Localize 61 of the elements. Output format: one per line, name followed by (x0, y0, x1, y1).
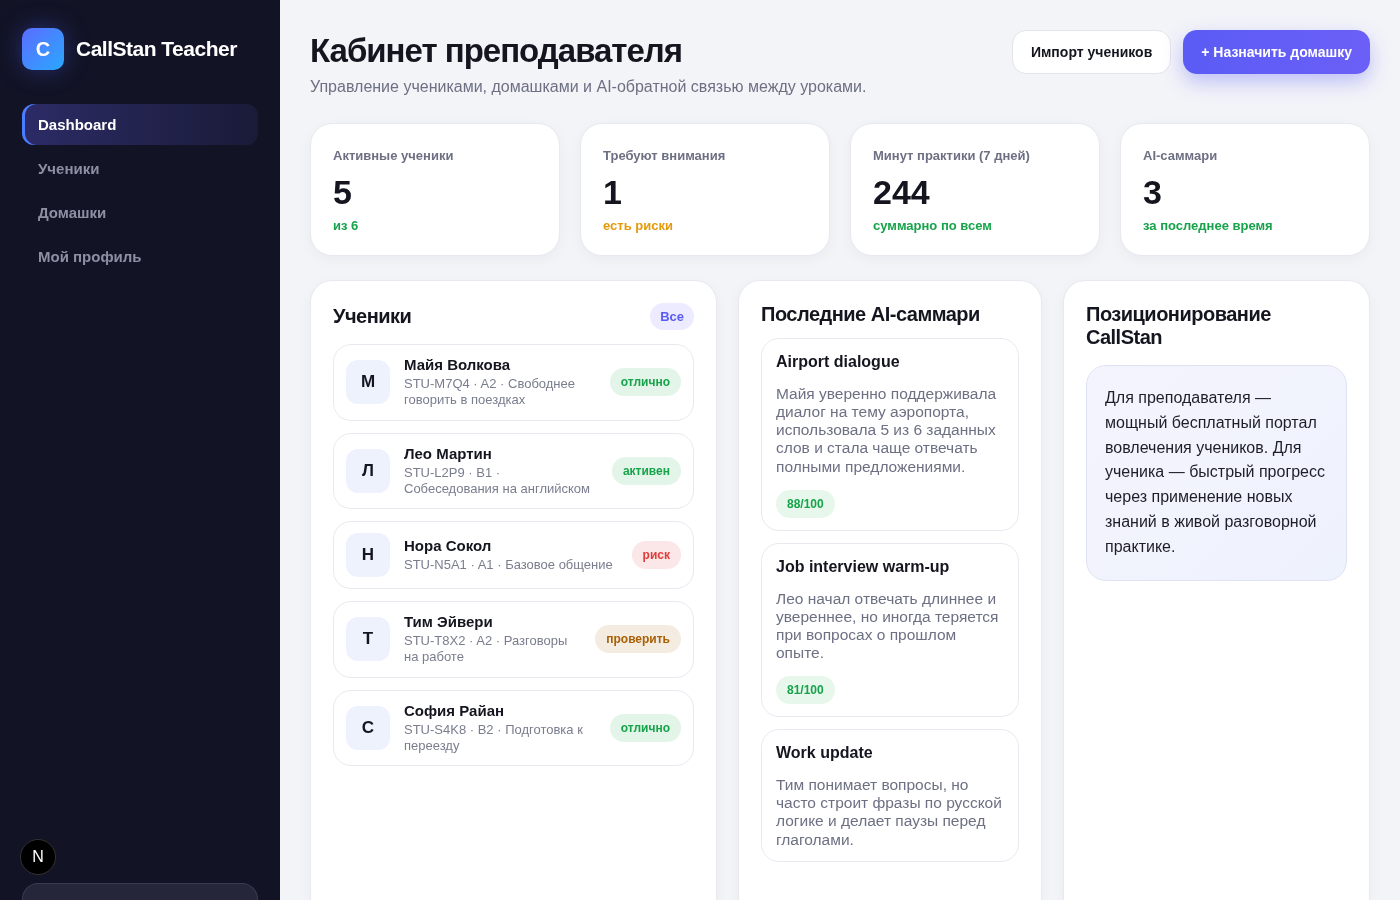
logo-icon: C (22, 28, 64, 70)
sidebar-item[interactable]: Ученики (22, 148, 258, 189)
panel-title: Позиционирование CallStan (1086, 303, 1272, 349)
import-button[interactable]: Импорт учеников (1011, 30, 1172, 74)
student-name: София Райан (404, 701, 506, 719)
student-meta: STU-T8X2 · A2 · Разговоры на работе (404, 633, 569, 666)
stat-value: 5 (333, 173, 353, 212)
student-row[interactable]: Н Нора Сокол STU-N5A1 · A1 · Базовое общение риск (333, 521, 694, 589)
score-label: 88/100 (776, 489, 835, 518)
avatar-initial: М (346, 360, 390, 405)
stat-label: Минут практики (7 дней) (873, 148, 1031, 163)
avatar-initial: Н (346, 533, 390, 577)
status-label: проверить (595, 625, 681, 654)
summary-text: Тим понимает вопросы, но часто строит фразы по русской логике и делает паузы перед глаголами. (776, 776, 1003, 849)
student-name: Майя Волкова (404, 356, 512, 373)
status-label: отлично (609, 713, 681, 742)
sidebar-item[interactable]: Домашки (22, 192, 258, 233)
summary-text: Лео начал отвечать длиннее и увереннее, но иногда теряется при вопросах о прошлом опыте. (776, 589, 1000, 663)
status-label: риск (631, 541, 681, 569)
avatar-initial: Т (346, 617, 390, 662)
stat-note: суммарно по всем (873, 218, 993, 233)
student-name: Тим Эйвери (404, 613, 494, 630)
page-title: Кабинет преподавателя (310, 32, 684, 70)
panel-title: Ученики (333, 305, 412, 328)
status-label: активен (611, 456, 681, 485)
brand-name: CallStan Teacher (76, 37, 237, 61)
stat-label: AI-саммари (1143, 148, 1219, 163)
student-meta: STU-S4K8 · B2 · Подготовка к переезду (404, 721, 584, 754)
student-meta: STU-N5A1 · A1 · Базовое общение (404, 556, 614, 574)
student-name: Лео Мартин (404, 444, 493, 462)
stat-label: Требуют внимания (603, 148, 727, 163)
stat-note: за последнее время (1143, 218, 1274, 233)
summary-title: Airport dialogue (776, 353, 901, 371)
positioning-text: Для преподавателя — мощный бесплатный портал вовлечения учеников. Для ученика — быстрый прогресс через применение новых знаний в живой разговорной практике. (1086, 365, 1347, 581)
assign-homework-button[interactable]: + Назначить домашку (1183, 30, 1370, 74)
student-row[interactable]: Л Лео Мартин STU-L2P9 · B1 · Собеседования на английском активен (333, 432, 694, 509)
student-name: Нора Сокол (404, 536, 493, 554)
sidebar-item[interactable]: Dashboard (22, 104, 258, 145)
stat-note: есть риски (603, 218, 674, 233)
summary-title: Job interview warm-up (776, 557, 951, 576)
page-subtitle: Управление учениками, домашками и AI-обратной связью между уроками. (310, 78, 867, 96)
score-label: 81/100 (776, 676, 835, 705)
stat-value: 1 (603, 173, 623, 212)
summary-text: Майя уверенно поддерживала диалог на тему аэропорта, использовала 5 из 6 заданных слов и стала чаще отвечать полными предложениями. (776, 385, 998, 476)
dev-badge[interactable]: N (20, 839, 56, 875)
panel-title: Последние AI-саммари (761, 303, 981, 326)
stat-value: 244 (873, 173, 931, 212)
summary-title: Work update (776, 744, 874, 763)
student-meta: STU-L2P9 · B1 · Собеседования на английском (404, 464, 591, 497)
stat-value: 3 (1143, 173, 1163, 212)
sidebar-item[interactable]: Мой профиль (22, 236, 258, 277)
status-label: отлично (609, 368, 681, 397)
stat-note: из 6 (333, 218, 360, 233)
student-row[interactable]: М Майя Волкова STU-M7Q4 · A2 · Свободнее говорить в поездках отлично (333, 344, 694, 421)
filter-chip[interactable]: Все (650, 303, 694, 330)
avatar-initial: Л (346, 448, 390, 493)
avatar-initial: С (346, 705, 390, 750)
student-row[interactable]: Т Тим Эйвери STU-T8X2 · A2 · Разговоры на работе проверить (333, 601, 694, 678)
stat-label: Активные ученики (333, 148, 455, 163)
student-meta: STU-M7Q4 · A2 · Свободнее говорить в поездках (404, 376, 576, 409)
student-row[interactable]: С София Райан STU-S4K8 · B2 · Подготовка к переезду отлично (333, 689, 694, 766)
